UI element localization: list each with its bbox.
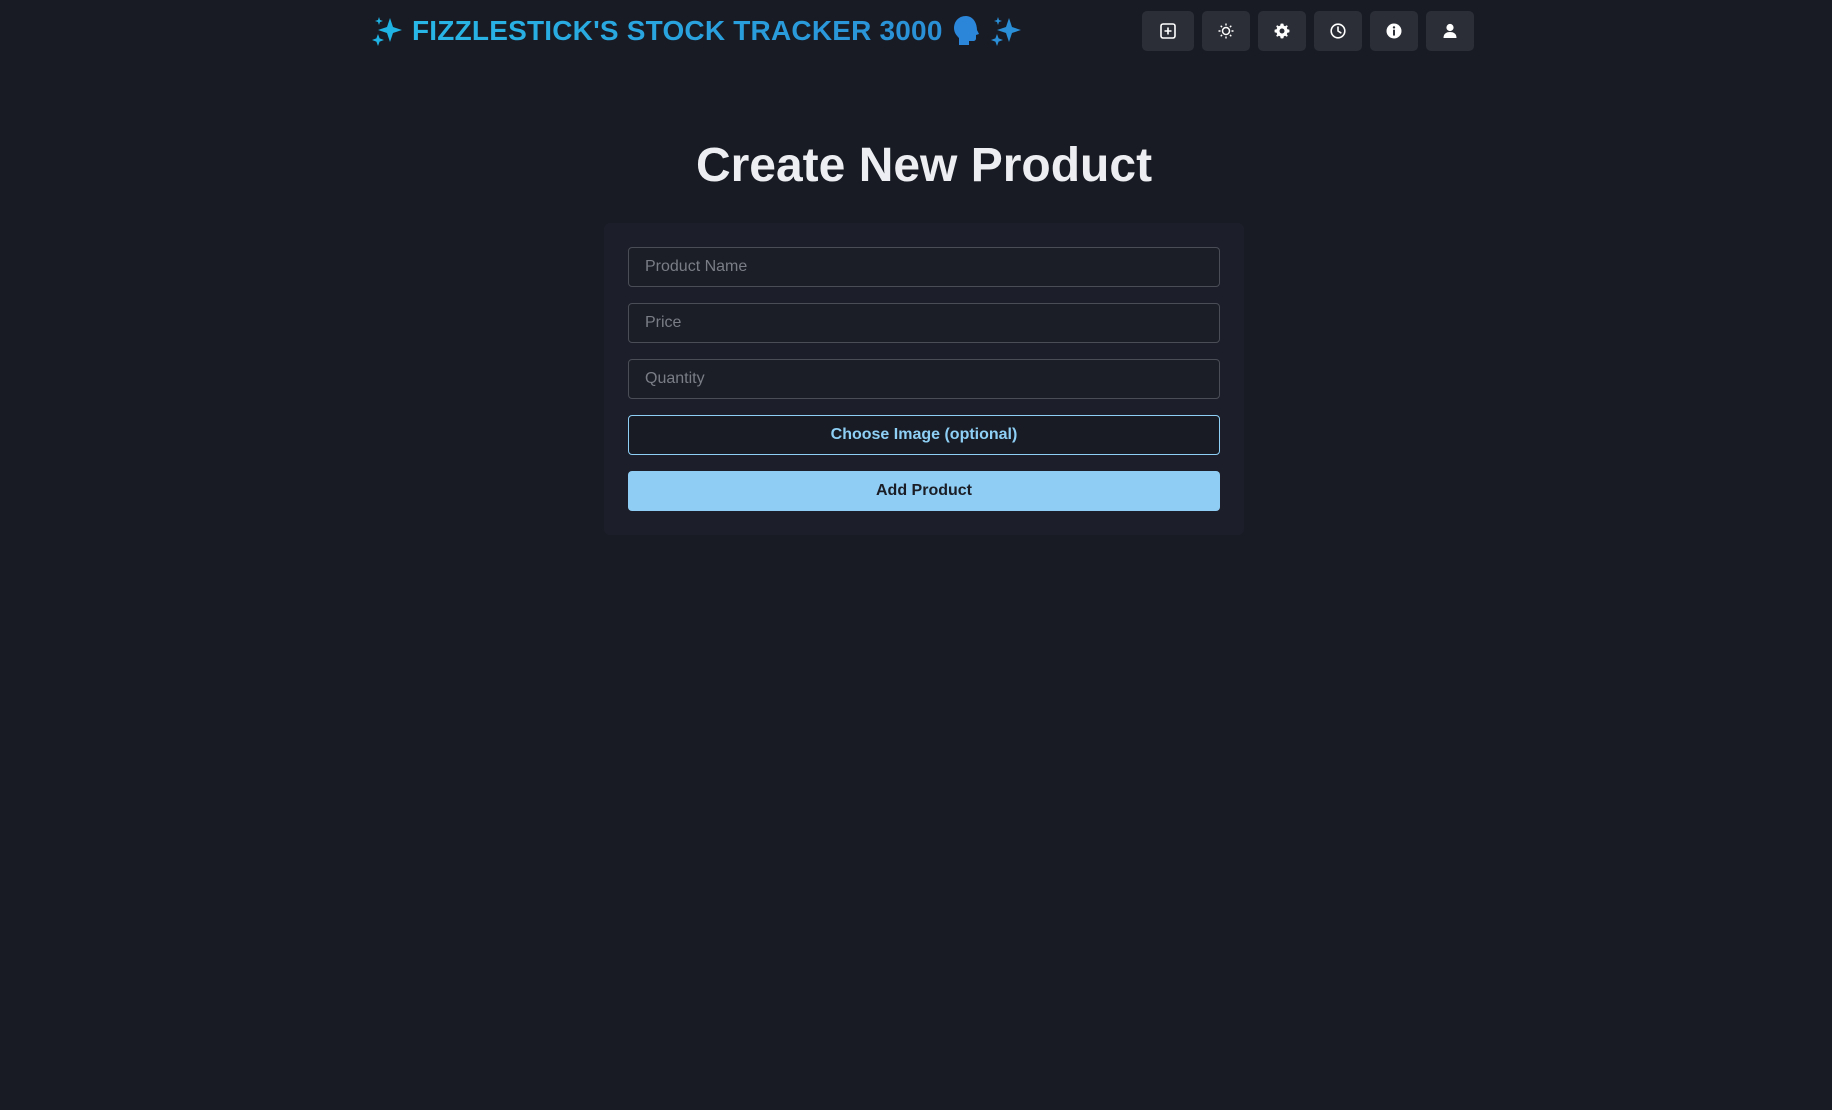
app-title: FIZZLESTICK'S STOCK TRACKER 3000: [412, 15, 943, 46]
add-product-nav-button[interactable]: [1142, 11, 1194, 51]
quantity-input[interactable]: [628, 359, 1220, 399]
choose-image-button[interactable]: Choose Image (optional): [628, 415, 1220, 455]
sun-icon: [1218, 23, 1234, 39]
theme-toggle-button[interactable]: [1202, 11, 1250, 51]
add-product-button[interactable]: Add Product: [628, 471, 1220, 511]
speaking-head-icon: [953, 16, 979, 45]
page-title: Create New Product: [695, 139, 1153, 192]
history-button[interactable]: [1314, 11, 1362, 51]
info-button[interactable]: [1370, 11, 1418, 51]
product-name-input[interactable]: [628, 247, 1220, 287]
top-bar: FIZZLESTICK'S STOCK TRACKER 3000: [0, 0, 1832, 62]
app-brand[interactable]: FIZZLESTICK'S STOCK TRACKER 3000: [370, 12, 1023, 50]
gear-icon: [1274, 23, 1290, 39]
create-product-form: Choose Image (optional) Add Product: [604, 223, 1244, 535]
sparkles-icon: [372, 17, 402, 46]
sparkles-icon: [990, 17, 1021, 46]
clock-icon: [1330, 23, 1346, 39]
plus-square-icon: [1160, 23, 1176, 39]
profile-button[interactable]: [1426, 11, 1474, 51]
info-icon: [1386, 23, 1402, 39]
user-icon: [1443, 23, 1457, 38]
price-input[interactable]: [628, 303, 1220, 343]
settings-button[interactable]: [1258, 11, 1306, 51]
header-actions: [1142, 11, 1474, 51]
